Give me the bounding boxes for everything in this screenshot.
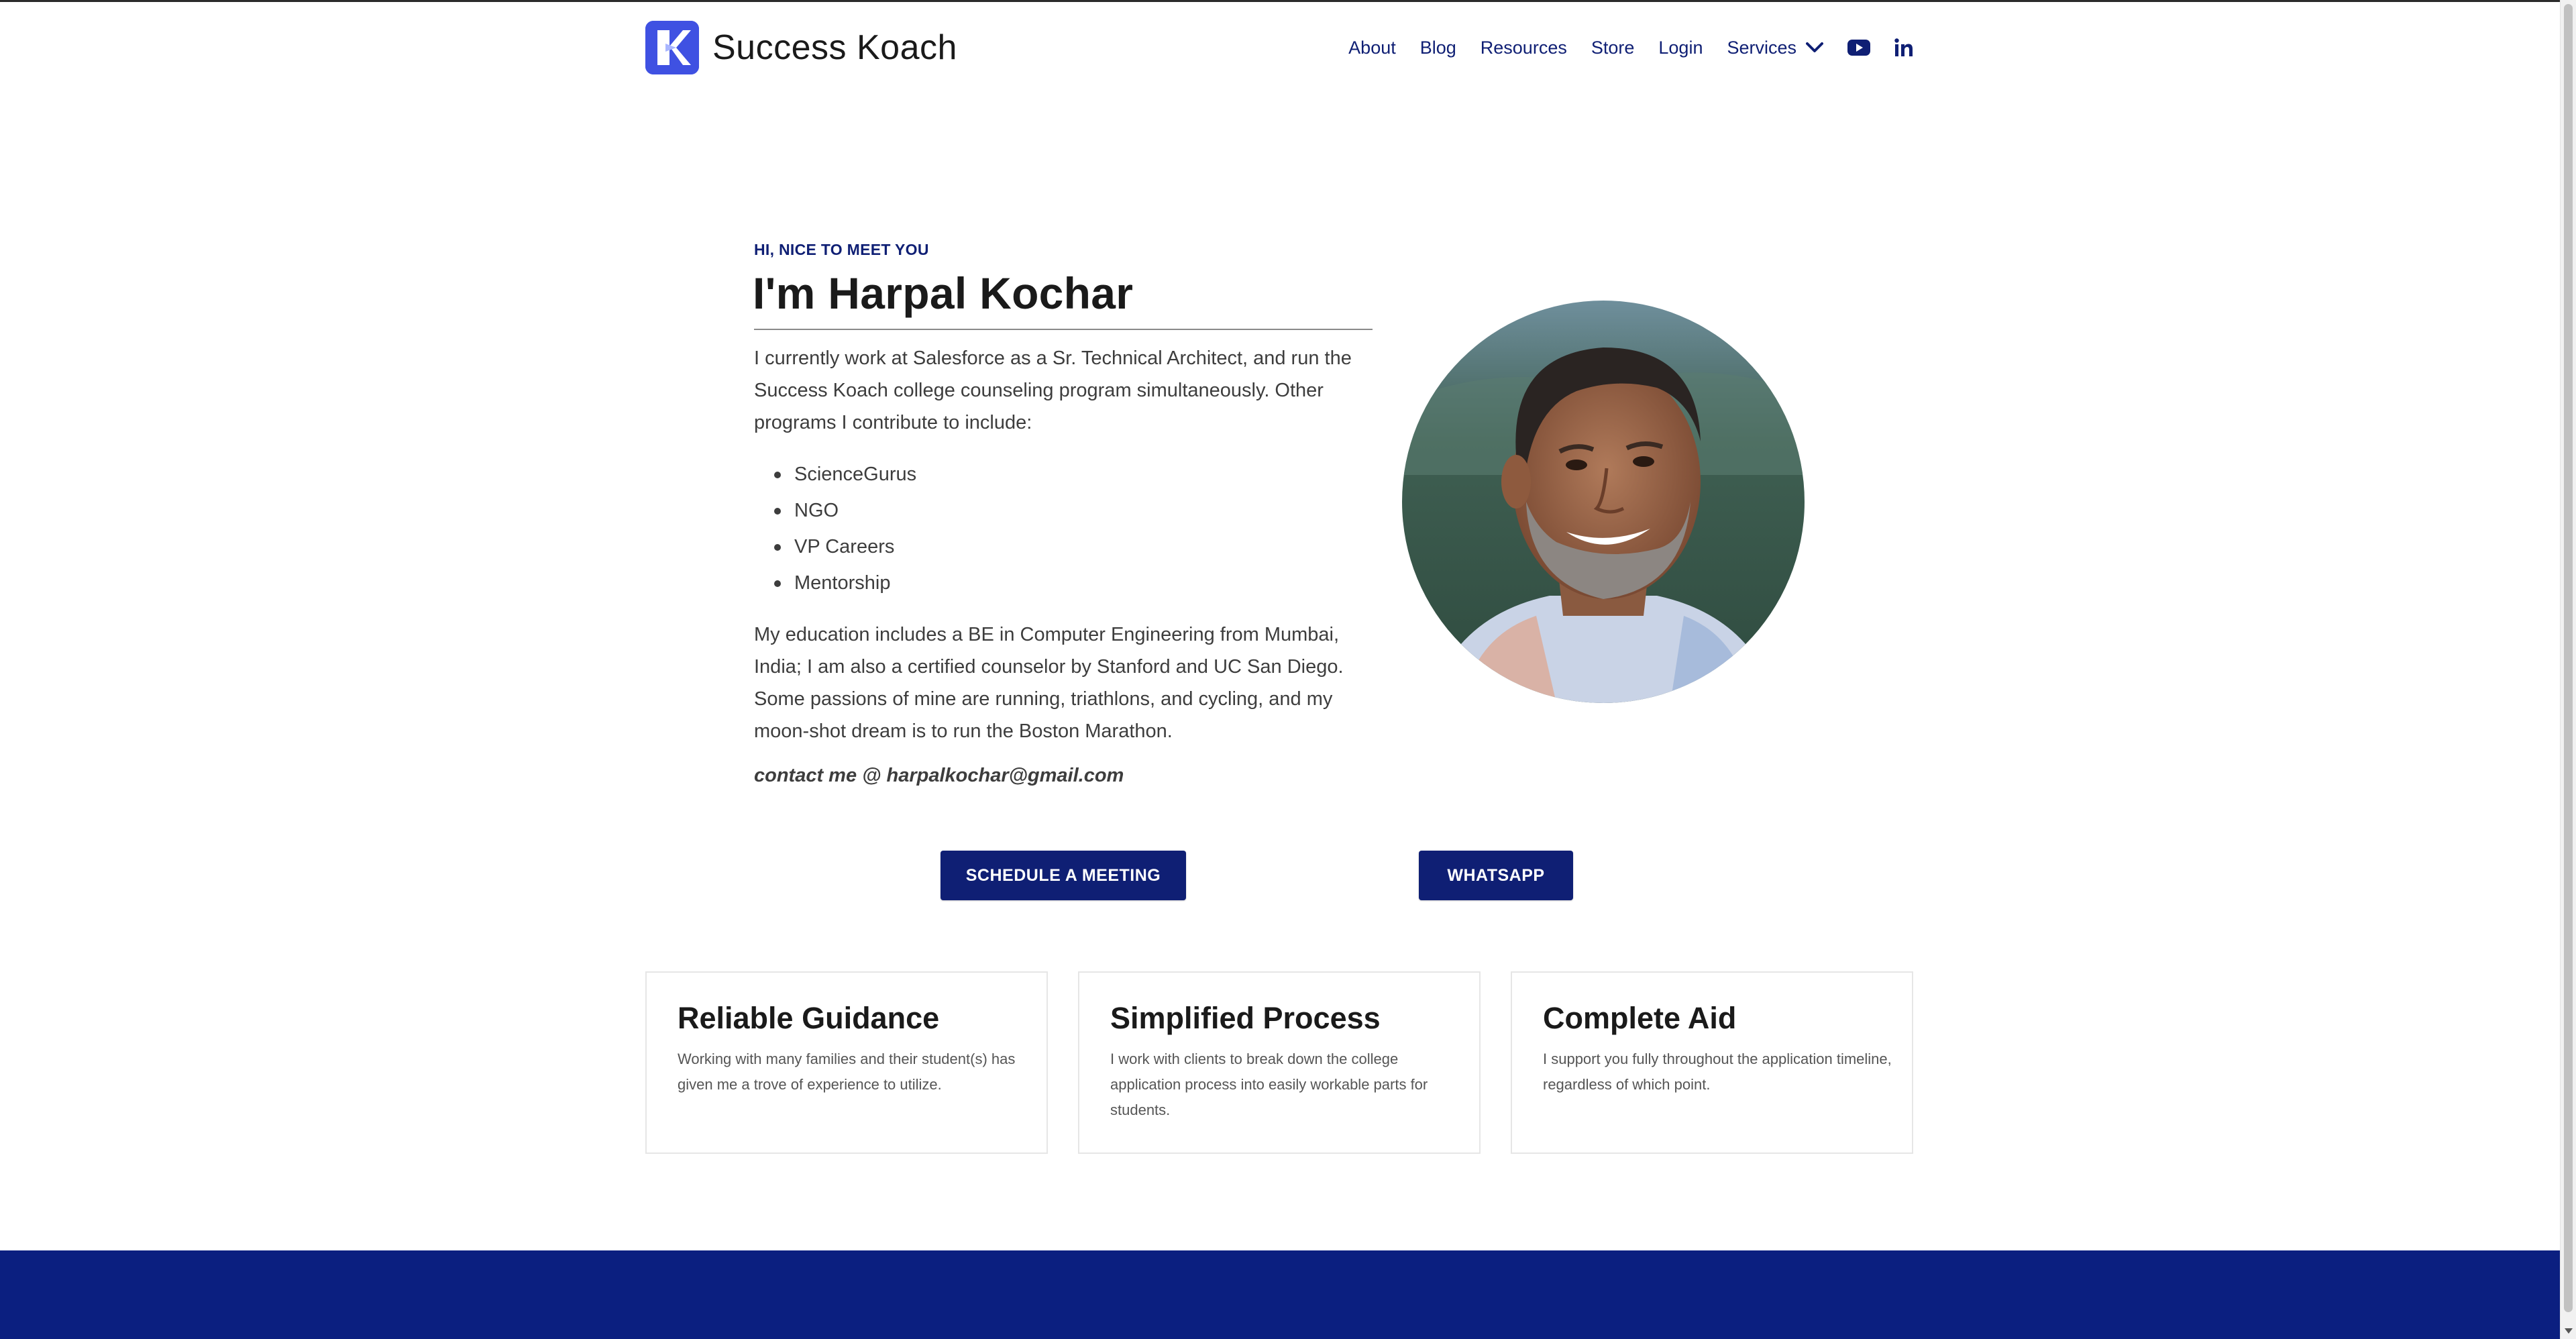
page-title: I'm Harpal Kochar <box>753 268 1134 318</box>
card-title: Reliable Guidance <box>678 1001 940 1035</box>
title-divider <box>754 329 1373 330</box>
intro-kicker: HI, NICE TO MEET YOU <box>754 241 929 258</box>
scroll-down-arrow-icon[interactable] <box>2565 1328 2573 1334</box>
schedule-meeting-button[interactable]: SCHEDULE A MEETING <box>941 851 1186 900</box>
card-text: I support you fully throughout the appli… <box>1543 1051 1892 1093</box>
main-nav: About Blog Resources Store Login Service… <box>1348 20 1913 75</box>
brand-name: Success Koach <box>712 28 957 67</box>
whatsapp-button[interactable]: WHATSAPP <box>1419 851 1573 900</box>
list-item: VP Careers <box>754 529 916 565</box>
scrollbar-thumb[interactable] <box>2564 4 2573 1312</box>
nav-blog[interactable]: Blog <box>1420 38 1456 58</box>
footer-band <box>0 1250 2560 1339</box>
list-item: ScienceGurus <box>754 456 916 492</box>
nav-services[interactable]: Services <box>1727 38 1823 58</box>
list-item: Mentorship <box>754 565 916 601</box>
site-header: Success Koach About Blog Resources Store… <box>645 20 1913 75</box>
page-scrollbar[interactable] <box>2560 0 2576 1339</box>
education-paragraph: My education includes a BE in Computer E… <box>754 624 1344 742</box>
nav-services-label: Services <box>1727 37 1796 58</box>
chevron-down-icon <box>1806 42 1823 52</box>
card-title: Complete Aid <box>1543 1001 1737 1035</box>
logo-k-icon <box>645 21 699 74</box>
feature-card-complete-aid: Complete Aid I support you fully through… <box>1511 971 1913 1154</box>
programs-list: ScienceGurus NGO VP Careers Mentorship <box>754 456 916 601</box>
youtube-icon[interactable] <box>1847 40 1870 56</box>
card-text: I work with clients to break down the co… <box>1110 1051 1428 1118</box>
card-title: Simplified Process <box>1110 1001 1381 1035</box>
profile-photo <box>1402 301 1805 703</box>
card-text: Working with many families and their stu… <box>678 1051 1016 1093</box>
feature-card-reliable-guidance: Reliable Guidance Working with many fami… <box>645 971 1048 1154</box>
window-top-border <box>0 0 2560 2</box>
linkedin-icon[interactable] <box>1894 38 1913 57</box>
nav-about[interactable]: About <box>1348 38 1396 58</box>
intro-paragraph: I currently work at Salesforce as a Sr. … <box>754 347 1352 433</box>
list-item: NGO <box>754 492 916 529</box>
nav-login[interactable]: Login <box>1658 38 1703 58</box>
nav-resources[interactable]: Resources <box>1481 38 1567 58</box>
contact-email[interactable]: contact me @ harpalkochar@gmail.com <box>754 765 1124 787</box>
nav-store[interactable]: Store <box>1591 38 1635 58</box>
brand-logo[interactable]: Success Koach <box>645 20 957 75</box>
feature-card-simplified-process: Simplified Process I work with clients t… <box>1078 971 1481 1154</box>
